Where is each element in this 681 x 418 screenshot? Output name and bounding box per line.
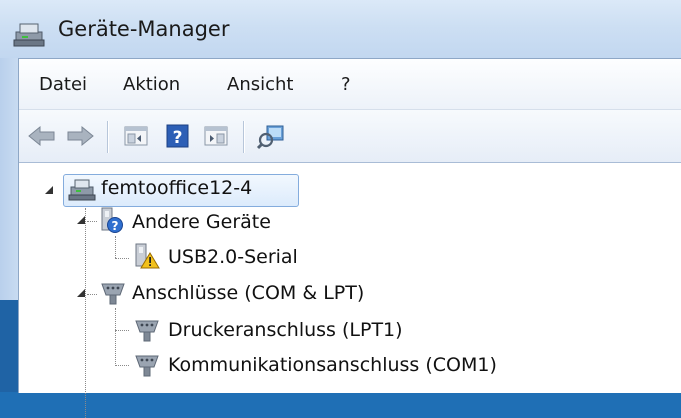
tree-node-label[interactable]: Kommunikationsanschluss (COM1)	[168, 354, 497, 376]
tree-connector	[115, 236, 116, 258]
port-icon	[135, 320, 159, 342]
menu-ansicht[interactable]: Ansicht	[227, 74, 293, 95]
tree-node-label[interactable]: USB2.0-Serial	[168, 246, 298, 268]
tree-node-label[interactable]: Druckeranschluss (LPT1)	[168, 319, 403, 341]
tree-connector	[87, 221, 97, 222]
svg-text:?: ?	[173, 128, 183, 148]
window-title: Geräte-Manager	[58, 17, 230, 41]
svg-text:?: ?	[112, 219, 119, 233]
menu-bar: Datei Aktion Ansicht ?	[19, 59, 681, 110]
collapse-arrow-icon[interactable]	[44, 185, 54, 195]
tree-node-label[interactable]: Anschlüsse (COM & LPT)	[132, 282, 364, 304]
port-icon	[101, 283, 125, 305]
tree-connector	[115, 365, 129, 366]
tree-node-label[interactable]: Andere Geräte	[132, 211, 271, 233]
tree-connector	[85, 208, 86, 418]
desktop-edge	[0, 300, 18, 392]
tree-root-label[interactable]: femtooffice12-4	[101, 177, 252, 199]
collapse-arrow-icon[interactable]	[76, 215, 86, 225]
scan-hardware-icon[interactable]	[255, 120, 289, 152]
warning-device-icon	[135, 243, 160, 269]
tree-connector	[115, 308, 116, 366]
menu-help[interactable]: ?	[341, 74, 351, 95]
tree-connector	[115, 258, 129, 259]
title-bar[interactable]: Geräte-Manager	[0, 0, 681, 58]
toolbar-separator	[243, 121, 244, 153]
toolbar: ?	[19, 110, 681, 163]
toolbar-separator	[107, 121, 108, 153]
help-icon[interactable]: ?	[161, 120, 195, 152]
device-manager-icon	[13, 23, 45, 47]
tree-connector	[87, 294, 97, 295]
unknown-device-icon: ?	[101, 207, 123, 233]
device-manager-window: Geräte-Manager Datei Aktion Ansicht ? ? …	[0, 0, 681, 418]
port-icon	[135, 355, 159, 377]
action-pane-icon[interactable]	[199, 120, 233, 152]
tree-connector	[115, 330, 129, 331]
collapse-arrow-icon[interactable]	[76, 288, 86, 298]
forward-icon[interactable]	[63, 120, 97, 152]
computer-icon	[68, 179, 96, 201]
menu-datei[interactable]: Datei	[39, 74, 87, 95]
back-icon[interactable]	[25, 120, 59, 152]
device-tree: femtooffice12-4 ? Andere Geräte USB2.0-S…	[19, 164, 681, 418]
client-area: Datei Aktion Ansicht ? ? femtooffice12-4…	[18, 58, 681, 418]
show-hide-console-tree-icon[interactable]	[119, 120, 153, 152]
menu-aktion[interactable]: Aktion	[123, 74, 180, 95]
